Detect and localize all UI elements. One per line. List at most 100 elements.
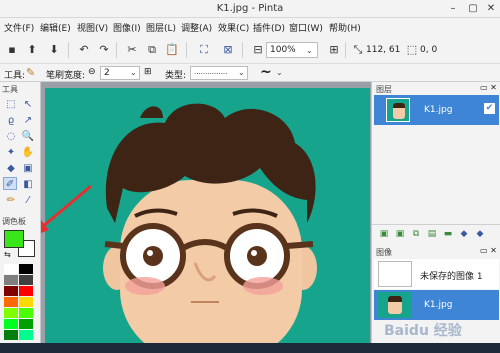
menu-effects[interactable]: 效果(C) bbox=[218, 21, 249, 34]
type-label: 类型: bbox=[165, 71, 187, 81]
brush-type-value: ............... bbox=[194, 68, 228, 76]
menu-layers[interactable]: 图层(L) bbox=[146, 21, 176, 34]
palette-swatch[interactable] bbox=[19, 275, 33, 285]
red-arrow-annotation bbox=[41, 184, 92, 233]
palette-swatch[interactable] bbox=[4, 297, 18, 307]
zoom-tool-icon[interactable]: 🔍 bbox=[21, 130, 35, 143]
layer-properties-icon[interactable]: ▬ bbox=[440, 226, 456, 242]
menu-window[interactable]: 窗口(W) bbox=[289, 21, 323, 34]
paintbrush-tool-icon[interactable]: ✐ bbox=[3, 177, 17, 190]
maximize-button[interactable]: ▢ bbox=[466, 2, 480, 16]
decrease-width-icon[interactable]: ⊖ bbox=[88, 67, 96, 77]
move-selection-icon[interactable]: ↗ bbox=[21, 114, 35, 127]
antialiasing-icon[interactable]: ~ bbox=[260, 64, 272, 80]
layers-panel-header: 图层 bbox=[376, 85, 392, 94]
tools-panel: 工具 ⬚ ↖ ϱ ↗ ◌ 🔍 ✦ ✋ ◆ ▣ ✐ ◧ ✏ ⁄ 调色板 ⇆ bbox=[0, 82, 41, 353]
brush-width-value: 2 bbox=[104, 68, 110, 78]
history-thumbnail bbox=[378, 292, 412, 318]
move-layer-down-icon[interactable]: ◆ bbox=[472, 226, 488, 242]
antialiasing-dropdown-icon[interactable]: ⌄ bbox=[276, 68, 283, 77]
duplicate-layer-icon[interactable]: ⧉ bbox=[408, 226, 424, 242]
zoom-dropdown-icon[interactable]: ⌄ bbox=[306, 46, 313, 55]
menu-adjust[interactable]: 调整(A) bbox=[181, 21, 212, 34]
move-selected-icon[interactable]: ↖ bbox=[21, 98, 35, 111]
menu-help[interactable]: 帮助(H) bbox=[329, 21, 361, 34]
tool-options-bar: 工具: ✎ 笔刷宽度: ⊖ 2 ⌄ ⊞ 类型: ............... … bbox=[0, 64, 500, 82]
palette-swatch[interactable] bbox=[4, 330, 18, 340]
main-toolbar: ▪ ⬆ ⬇ ↶ ↷ ✂ ⧉ 📋 ⛶ ⊠ ⊟ 100% ⌄ ⊞ ⤡ 112, 61… bbox=[0, 36, 500, 64]
minimize-button[interactable]: – bbox=[446, 2, 460, 16]
history-item-unsaved[interactable]: 未保存的图像 1 bbox=[374, 259, 499, 289]
selection-size-icon: ⬚ bbox=[406, 43, 418, 56]
paste-icon[interactable]: 📋 bbox=[164, 42, 180, 58]
menu-edit[interactable]: 编辑(E) bbox=[40, 21, 71, 34]
merge-layer-icon[interactable]: ▤ bbox=[424, 226, 440, 242]
tools-panel-header: 工具 bbox=[2, 85, 18, 94]
zoom-value: 100% bbox=[270, 45, 296, 55]
canvas-area[interactable] bbox=[41, 82, 371, 353]
layer-row[interactable]: K1.jpg ✔ bbox=[374, 95, 499, 125]
layer-actions-bar: ▣ ▣ ⧉ ▤ ▬ ◆ ◆ bbox=[372, 224, 500, 240]
menu-file[interactable]: 文件(F) bbox=[4, 21, 34, 34]
redo-icon[interactable]: ↷ bbox=[96, 42, 112, 58]
eraser-tool-icon[interactable]: ◧ bbox=[21, 178, 35, 191]
palette-swatch[interactable] bbox=[19, 308, 33, 318]
menu-image[interactable]: 图像(I) bbox=[113, 21, 141, 34]
delete-layer-icon[interactable]: ▣ bbox=[392, 226, 408, 242]
history-item-current[interactable]: K1.jpg bbox=[374, 290, 499, 320]
watermark-text: Baidu 经验 bbox=[384, 323, 462, 339]
paint-bucket-icon[interactable]: ◆ bbox=[4, 162, 18, 175]
pencil-tool-icon-2[interactable]: ✏ bbox=[4, 194, 18, 207]
menu-addins[interactable]: 插件(D) bbox=[253, 21, 285, 34]
copy-icon[interactable]: ⧉ bbox=[144, 42, 160, 58]
history-panel-menu-icon[interactable]: ▭ ✕ bbox=[480, 246, 497, 255]
deselect-icon[interactable]: ⊠ bbox=[220, 42, 236, 58]
palette-swatch[interactable] bbox=[19, 264, 33, 274]
undo-icon[interactable]: ↶ bbox=[76, 42, 92, 58]
primary-color-swatch[interactable] bbox=[4, 230, 24, 248]
cut-icon[interactable]: ✂ bbox=[124, 42, 140, 58]
magic-wand-icon[interactable]: ✦ bbox=[4, 146, 18, 159]
palette-swatch[interactable] bbox=[4, 319, 18, 329]
gradient-tool-icon[interactable]: ▣ bbox=[21, 162, 35, 175]
crop-to-selection-icon[interactable]: ⛶ bbox=[196, 42, 212, 58]
open-file-icon[interactable]: ⬆ bbox=[24, 42, 40, 58]
increase-width-icon[interactable]: ⊞ bbox=[144, 67, 152, 77]
pan-tool-icon[interactable]: ✋ bbox=[21, 146, 35, 159]
rectangle-select-icon[interactable]: ⬚ bbox=[4, 98, 18, 111]
swap-colors-icon[interactable]: ⇆ bbox=[4, 250, 11, 259]
palette-swatch[interactable] bbox=[4, 286, 18, 296]
palette-swatch[interactable] bbox=[19, 286, 33, 296]
palette-swatch[interactable] bbox=[19, 330, 33, 340]
palette-swatch[interactable] bbox=[4, 264, 18, 274]
move-layer-up-icon[interactable]: ◆ bbox=[456, 226, 472, 242]
brush-width-label: 笔刷宽度: bbox=[46, 71, 86, 81]
save-file-icon[interactable]: ⬇ bbox=[46, 42, 62, 58]
new-file-icon[interactable]: ▪ bbox=[4, 42, 20, 58]
menu-bar: 文件(F) 编辑(E) 视图(V) 图像(I) 图层(L) 调整(A) 效果(C… bbox=[0, 18, 500, 36]
zoom-in-icon[interactable]: ⊞ bbox=[326, 42, 342, 58]
layers-panel-menu-icon[interactable]: ▭ ✕ bbox=[480, 83, 497, 92]
cursor-position: 112, 61 bbox=[366, 45, 401, 55]
layer-visible-checkbox[interactable]: ✔ bbox=[484, 103, 495, 114]
cursor-position-icon: ⤡ bbox=[353, 43, 363, 56]
palette-swatch[interactable] bbox=[4, 275, 18, 285]
palette-swatch[interactable] bbox=[19, 319, 33, 329]
close-button[interactable]: ✕ bbox=[484, 2, 498, 16]
palette-swatch[interactable] bbox=[4, 308, 18, 318]
history-item-current-label: K1.jpg bbox=[424, 300, 453, 310]
history-panel-header: 图像 bbox=[376, 248, 392, 257]
lasso-select-icon[interactable]: ϱ bbox=[4, 114, 18, 127]
brush-type-dropdown-icon[interactable]: ⌄ bbox=[238, 68, 245, 77]
pencil-tool-icon: ✎ bbox=[26, 66, 36, 79]
color-palette bbox=[4, 264, 38, 353]
add-layer-icon[interactable]: ▣ bbox=[376, 226, 392, 242]
menu-view[interactable]: 视图(V) bbox=[77, 21, 108, 34]
zoom-out-icon[interactable]: ⊟ bbox=[250, 42, 266, 58]
ellipse-select-icon[interactable]: ◌ bbox=[4, 130, 18, 143]
color-picker-icon[interactable]: ⁄ bbox=[21, 194, 35, 207]
title-bar: K1.jpg - Pinta – ▢ ✕ bbox=[0, 0, 500, 18]
palette-swatch[interactable] bbox=[19, 297, 33, 307]
layer-name: K1.jpg bbox=[424, 105, 453, 115]
brush-width-dropdown-icon[interactable]: ⌄ bbox=[130, 68, 137, 77]
